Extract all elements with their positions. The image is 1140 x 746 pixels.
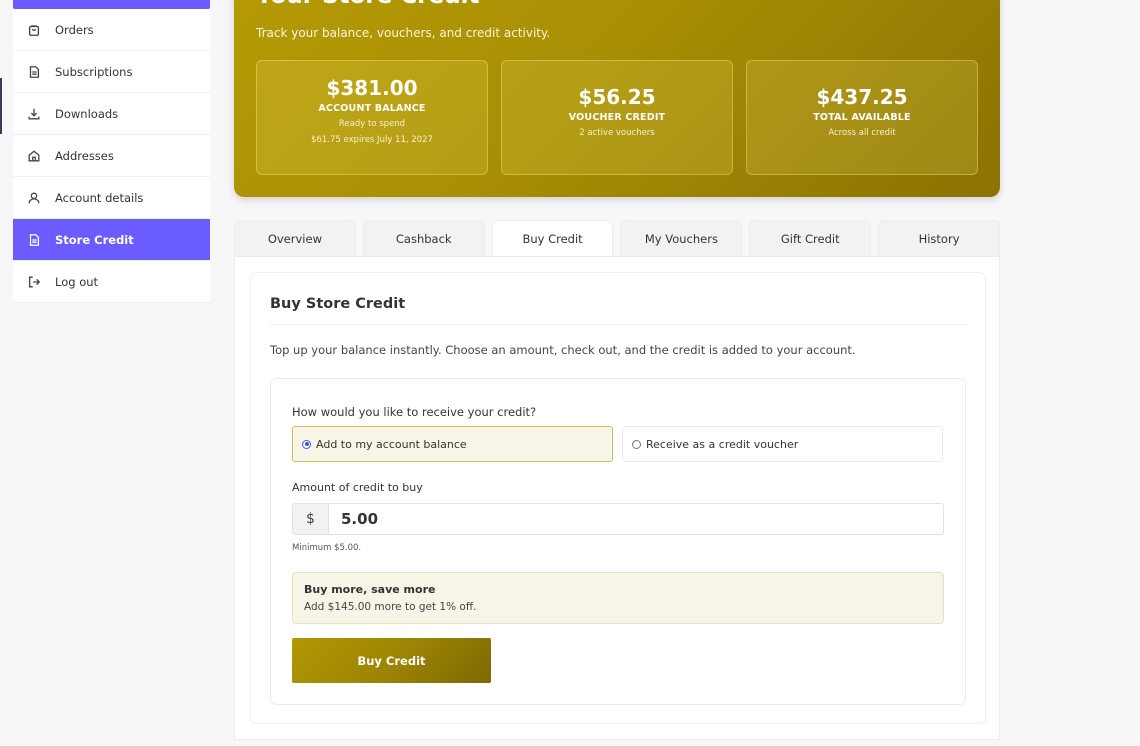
account-balance-label: ACCOUNT BALANCE (318, 103, 426, 114)
total-available-label: TOTAL AVAILABLE (813, 112, 911, 123)
sidebar-item-store-credit[interactable]: Store Credit (13, 219, 210, 261)
window-edge (0, 78, 2, 134)
store-credit-hero: Your Store Credit Track your balance, vo… (234, 0, 1000, 197)
page-title: Your Store Credit (256, 0, 480, 12)
buy-credit-form: How would you like to receive your credi… (270, 378, 966, 705)
account-balance-card: $381.00 ACCOUNT BALANCE Ready to spend $… (256, 60, 488, 175)
tab-overview[interactable]: Overview (234, 220, 356, 256)
document-icon (27, 65, 41, 79)
buy-credit-button[interactable]: Buy Credit (292, 638, 491, 683)
sidebar-active-strip (13, 0, 210, 9)
account-nav: Orders Subscriptions Downloads Addresses… (13, 9, 210, 303)
tab-buy-credit[interactable]: Buy Credit (491, 220, 614, 256)
user-icon (27, 191, 41, 205)
option-credit-voucher-label: Receive as a credit voucher (646, 437, 799, 451)
receive-method-label: How would you like to receive your credi… (292, 405, 537, 419)
sidebar-item-account-details[interactable]: Account details (13, 177, 210, 219)
logout-icon (27, 275, 41, 289)
voucher-credit-amount: $56.25 (578, 85, 656, 109)
tab-cashback[interactable]: Cashback (362, 220, 485, 256)
promo-notice: Buy more, save more Add $145.00 more to … (292, 572, 944, 624)
tab-panel: Buy Store Credit Top up your balance ins… (234, 256, 1000, 740)
amount-field: $ (292, 503, 944, 535)
sidebar-item-downloads[interactable]: Downloads (13, 93, 210, 135)
home-icon (27, 149, 41, 163)
divider (270, 324, 966, 325)
download-icon (27, 107, 41, 121)
buy-credit-panel: Buy Store Credit Top up your balance ins… (250, 272, 986, 724)
amount-label: Amount of credit to buy (292, 481, 423, 494)
sidebar-item-label: Orders (55, 22, 94, 37)
sidebar-item-label: Log out (55, 274, 99, 289)
section-title: Buy Store Credit (270, 296, 406, 312)
voucher-credit-label: VOUCHER CREDIT (568, 112, 666, 123)
radio-account-balance[interactable] (302, 439, 311, 449)
voucher-credit-card: $56.25 VOUCHER CREDIT 2 active vouchers (501, 60, 733, 175)
tab-gift-credit[interactable]: Gift Credit (749, 220, 872, 256)
tab-my-vouchers[interactable]: My Vouchers (620, 220, 743, 256)
sidebar-item-subscriptions[interactable]: Subscriptions (13, 51, 210, 93)
minimum-note: Minimum $5.00. (292, 543, 362, 553)
sidebar-item-label: Addresses (55, 148, 114, 163)
sidebar-item-label: Downloads (55, 106, 119, 121)
promo-title: Buy more, save more (304, 583, 436, 596)
sidebar-item-orders[interactable]: Orders (13, 9, 210, 51)
sidebar-item-log-out[interactable]: Log out (13, 261, 210, 303)
document-icon (27, 233, 41, 247)
account-balance-note: Ready to spend (338, 119, 406, 129)
store-credit-tabs: Overview Cashback Buy Credit My Vouchers… (234, 220, 1000, 256)
total-available-amount: $437.25 (816, 85, 908, 109)
sidebar-item-label: Store Credit (55, 232, 134, 247)
option-credit-voucher[interactable]: Receive as a credit voucher (622, 426, 943, 462)
option-account-balance-label: Add to my account balance (316, 437, 467, 451)
sidebar-item-label: Account details (55, 190, 144, 205)
section-description: Top up your balance instantly. Choose an… (270, 343, 856, 357)
amount-input[interactable] (329, 504, 943, 534)
bag-icon (27, 23, 41, 37)
option-account-balance[interactable]: Add to my account balance (292, 426, 613, 462)
sidebar-item-addresses[interactable]: Addresses (13, 135, 210, 177)
currency-prefix: $ (293, 504, 329, 534)
account-sidebar: Orders Subscriptions Downloads Addresses… (13, 0, 210, 303)
tab-history[interactable]: History (878, 220, 1000, 256)
total-available-card: $437.25 TOTAL AVAILABLE Across all credi… (746, 60, 978, 175)
promo-text: Add $145.00 more to get 1% off. (304, 601, 477, 613)
total-available-note: Across all credit (828, 128, 896, 138)
page-subtitle: Track your balance, vouchers, and credit… (256, 26, 551, 40)
sidebar-item-label: Subscriptions (55, 64, 133, 79)
account-balance-expiry: $61.75 expires July 11, 2027 (311, 135, 433, 145)
voucher-credit-note: 2 active vouchers (579, 128, 655, 138)
account-balance-amount: $381.00 (326, 76, 418, 100)
radio-credit-voucher[interactable] (632, 439, 641, 449)
